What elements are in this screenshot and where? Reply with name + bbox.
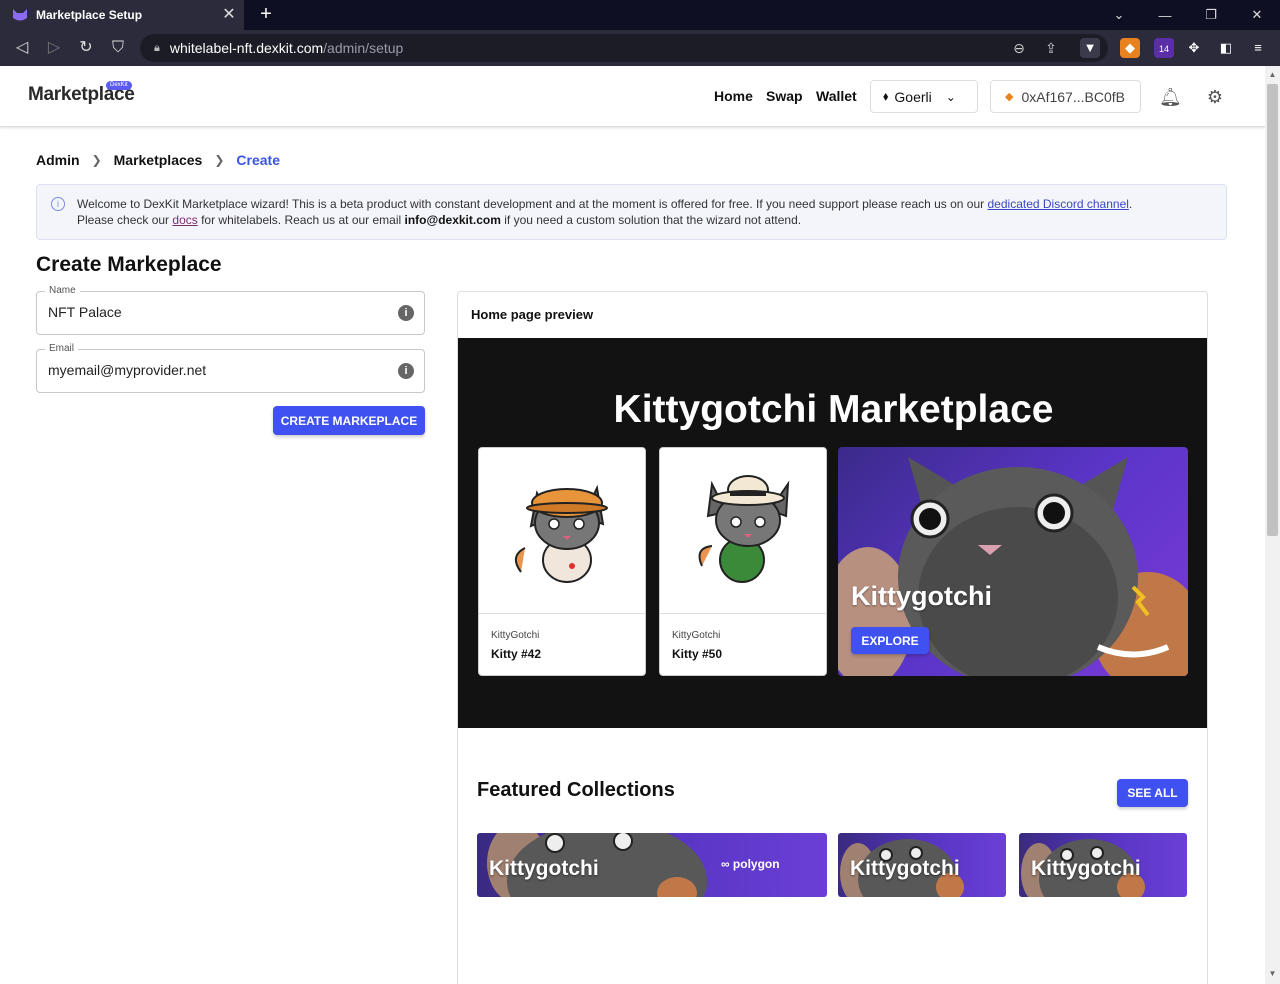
menu-icon[interactable]: ≡ [1248,38,1268,58]
nft-collection: KittyGotchi [672,630,721,641]
email-label: Email [45,343,79,354]
email-input[interactable] [48,362,378,378]
metamask-extension-icon[interactable]: ◆ [1120,38,1140,58]
nav-wallet[interactable]: Wallet [816,88,857,104]
minimize-icon[interactable]: — [1142,0,1188,30]
nav-swap[interactable]: Swap [766,88,803,104]
collection-title: Kittygotchi [850,857,960,880]
url-host: whitelabel-nft.dexkit.com [169,40,324,56]
nft-image [660,448,826,614]
zoom-icon[interactable]: ⊖ [1010,39,1028,57]
breadcrumb: Admin ❯ Marketplaces ❯ Create [36,152,280,168]
new-tab-icon[interactable]: + [256,4,276,24]
collection-title: Kittygotchi [489,857,599,880]
browser-toolbar: ◁ ▷ ↻ ⛉ 🔒︎ whitelabel-nft.dexkit.com/adm… [0,30,1280,66]
browser-tabbar: Marketplace Setup ✕ + ⌄ — ❐ ✕ [0,0,1280,30]
banner-title: Kittygotchi [851,581,992,611]
featured-collections-title: Featured Collections [477,779,675,801]
breadcrumb-admin[interactable]: Admin [36,152,80,168]
brave-shield-icon[interactable]: ▼ [1080,38,1100,58]
breadcrumb-create: Create [236,152,280,168]
chevron-right-icon: ❯ [91,153,102,167]
nft-name: Kitty #42 [491,647,542,661]
wallet-button[interactable]: ◆ 0xAf167...BC0fB [990,80,1141,113]
nft-image [479,448,645,614]
address-bar[interactable]: 🔒︎ whitelabel-nft.dexkit.com/admin/setup [140,34,1108,62]
alert-line-1: Welcome to DexKit Marketplace wizard! Th… [77,197,1133,211]
wallet-address: 0xAf167...BC0fB [1021,88,1125,105]
tab-close-icon[interactable]: ✕ [220,6,238,24]
kitty-42-image [514,484,608,583]
puzzle-icon[interactable]: ✥ [1184,38,1204,58]
chevron-down-icon: ⌄ [945,89,956,104]
network-label: Goerli [894,88,932,105]
nft-collection: KittyGotchi [491,630,540,641]
collection-card[interactable]: Kittygotchi ∞ polygon [477,833,827,897]
back-icon[interactable]: ◁ [12,38,32,58]
polygon-icon: ∞ [721,857,730,871]
page-title: Create Markeplace [36,253,222,276]
bookmark-icon[interactable]: ⛉ [108,38,128,58]
discord-link[interactable]: dedicated Discord channel [988,197,1129,211]
breadcrumb-marketplaces[interactable]: Marketplaces [114,152,203,168]
gear-icon[interactable]: ⚙ [1204,86,1226,108]
scrollbar-thumb[interactable] [1267,84,1278,536]
info-alert: i Welcome to DexKit Marketplace wizard! … [36,184,1227,240]
hero-title: Kittygotchi Marketplace [613,388,1054,431]
logo-badge: DexKit [106,81,132,90]
bell-icon[interactable]: 🔔︎ [1159,86,1182,108]
collection-card[interactable]: Kittygotchi [838,833,1006,897]
name-field[interactable]: Name i [36,285,425,335]
hero-section: Kittygotchi Marketplace KittyGotchi Kitt… [458,338,1207,728]
extension-icon[interactable]: 14 [1154,38,1174,58]
browser-tab[interactable]: Marketplace Setup ✕ [0,0,244,30]
app-header: Marketplace DexKit Home Swap Wallet ⬧ Go… [0,66,1265,127]
nft-card[interactable]: KittyGotchi Kitty #42 [478,447,646,676]
share-icon[interactable]: ⇪ [1042,39,1060,57]
scroll-up-icon[interactable]: ▲ [1265,67,1280,83]
nav-home[interactable]: Home [714,88,753,104]
home-page-preview: Home page preview Kittygotchi Marketplac… [457,291,1208,984]
window-close-icon[interactable]: ✕ [1234,0,1280,30]
name-info-icon[interactable]: i [398,305,414,321]
extension-badge: 14 [1158,44,1169,54]
polygon-logo: ∞ polygon [721,857,780,871]
chevron-right-icon: ❯ [214,153,225,167]
nft-name: Kitty #50 [672,647,723,661]
forward-icon[interactable]: ▷ [44,38,64,58]
restore-icon[interactable]: ❐ [1188,0,1234,30]
tab-search-chevron-icon[interactable]: ⌄ [1096,0,1142,30]
explore-button[interactable]: EXPLORE [851,627,929,654]
kitty-50-image [698,475,790,583]
tab-title: Marketplace Setup [36,8,143,22]
reload-icon[interactable]: ↻ [76,38,96,58]
metamask-fox-icon: ◆ [1005,91,1014,103]
create-marketplace-button[interactable]: CREATE MARKEPLACE [273,406,425,435]
name-input[interactable] [48,304,378,320]
network-select[interactable]: ⬧ Goerli ⌄ [870,80,978,113]
email-info-icon[interactable]: i [398,363,414,379]
support-email: info@dexkit.com [404,213,501,227]
scroll-down-icon[interactable]: ▼ [1265,966,1280,982]
see-all-button[interactable]: SEE ALL [1117,779,1188,807]
nft-card[interactable]: KittyGotchi Kitty #50 [659,447,827,676]
info-icon: i [51,197,65,211]
lock-icon: 🔒︎ [154,41,160,54]
alert-line-2: Please check our docs for whitelabels. R… [77,213,802,227]
sidebar-icon[interactable]: ◧ [1216,38,1236,58]
docs-link[interactable]: docs [172,213,197,227]
url-path: /admin/setup [323,40,404,56]
cat-favicon-icon [13,9,27,21]
collection-card[interactable]: Kittygotchi [1019,833,1187,897]
email-field[interactable]: Email i [36,343,425,393]
ethereum-icon: ⬧ [883,89,889,103]
name-label: Name [45,285,80,296]
preview-title: Home page preview [471,307,594,322]
featured-banner: Kittygotchi EXPLORE [838,447,1188,676]
collection-title: Kittygotchi [1031,857,1141,880]
